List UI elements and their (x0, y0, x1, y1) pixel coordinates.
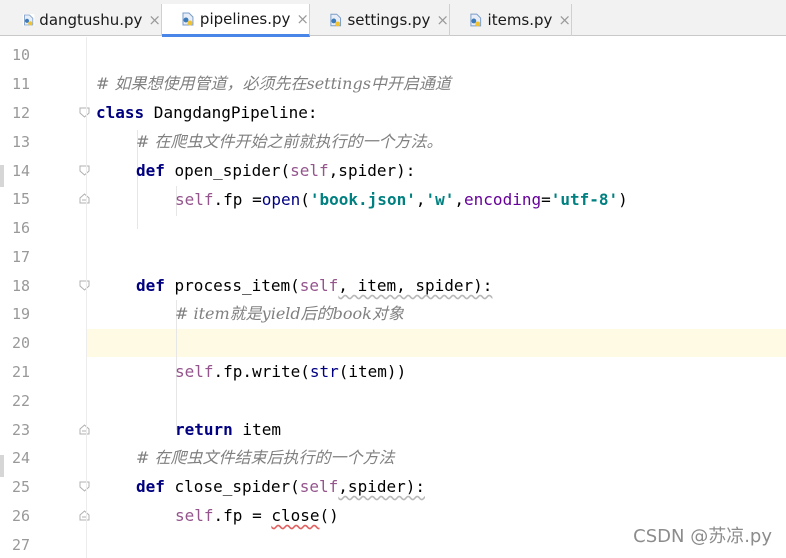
code-line-23[interactable]: return item (175, 416, 281, 444)
self-param: self (299, 477, 339, 496)
code-text: .fp = (213, 190, 262, 209)
code-line-24[interactable]: # 在爬虫文件结束后执行的一个方法 (136, 444, 395, 472)
builtin-str: str (309, 362, 339, 381)
tab-settings[interactable]: settings.py × (310, 4, 450, 36)
tab-pipelines[interactable]: pipelines.py × (162, 4, 310, 37)
string-literal: 'book.json' (309, 190, 416, 209)
self-ref: self (175, 190, 214, 209)
line-number: 23 (12, 421, 31, 439)
line-number: 16 (12, 219, 31, 237)
code-comment: # item就是yield后的book对象 (175, 304, 404, 323)
close-icon[interactable]: × (148, 11, 161, 29)
code-text: , (454, 190, 465, 209)
code-keyword: def (136, 161, 165, 180)
code-text: = (541, 190, 551, 209)
fold-end-icon[interactable] (79, 510, 90, 521)
line-number: 27 (12, 536, 31, 554)
fold-end-icon[interactable] (79, 193, 90, 204)
line-number: 11 (12, 75, 31, 93)
code-line-14[interactable]: def open_spider(self,spider): (136, 157, 415, 185)
tab-label: settings.py (347, 11, 431, 29)
code-text: (item)) (338, 362, 407, 381)
current-line-highlight (87, 329, 786, 357)
code-text: ,spider): (328, 161, 416, 180)
gutter-mark (0, 165, 4, 187)
fold-arrow-icon[interactable] (79, 165, 90, 176)
code-line-18[interactable]: def process_item(self, item, spider): (136, 272, 492, 300)
code-line-11[interactable]: # 如果想使用管道，必须先在settings中开启通道 (96, 70, 451, 98)
line-number: 20 (12, 334, 31, 352)
builtin-open: open (261, 190, 301, 209)
code-line-13[interactable]: # 在爬虫文件开始之前就执行的一个方法。 (136, 128, 443, 156)
line-number: 10 (12, 46, 31, 64)
code-text: item (232, 420, 281, 439)
function-name: close_spider( (164, 477, 300, 496)
close-icon[interactable]: × (558, 11, 571, 29)
line-number: 18 (12, 277, 31, 295)
code-keyword: class (96, 103, 145, 122)
editor-tab-bar: dangtushu.py × pipelines.py × settings.p… (0, 0, 786, 37)
code-line-25[interactable]: def close_spider(self,spider): (136, 473, 425, 501)
self-ref: self (175, 506, 214, 525)
code-line-12[interactable]: class DangdangPipeline: (96, 99, 318, 127)
fold-arrow-icon[interactable] (79, 481, 90, 492)
code-comment: # 如果想使用管道，必须先在settings中开启通道 (96, 74, 451, 93)
line-number: 19 (12, 305, 31, 323)
line-number: 15 (12, 190, 31, 208)
line-number: 14 (12, 162, 31, 180)
code-text: ) (618, 190, 628, 209)
line-number: 24 (12, 449, 31, 467)
code-comment: # 在爬虫文件结束后执行的一个方法 (136, 448, 395, 467)
code-text: () (319, 506, 339, 525)
watermark: CSDN @苏凉.py (633, 526, 772, 547)
code-line-26[interactable]: self.fp = close() (175, 502, 339, 530)
tab-label: dangtushu.py (39, 11, 143, 29)
string-literal: 'utf-8' (550, 190, 619, 209)
code-keyword: def (136, 276, 165, 295)
code-comment: # 在爬虫文件开始之前就执行的一个方法。 (136, 132, 443, 151)
code-text: .fp.write( (213, 362, 310, 381)
close-icon[interactable]: × (436, 11, 449, 29)
python-file-icon (22, 14, 35, 26)
fold-arrow-icon[interactable] (79, 280, 90, 291)
python-file-icon (182, 12, 194, 26)
python-file-icon (470, 13, 482, 27)
self-param: self (299, 276, 339, 295)
tab-dangtushu[interactable]: dangtushu.py × (4, 4, 162, 36)
code-keyword: return (175, 420, 233, 439)
keyword-arg: encoding (464, 190, 542, 209)
line-number: 22 (12, 392, 31, 410)
self-param: self (290, 161, 329, 180)
code-text: ,spider): (338, 477, 425, 496)
code-text: ( (300, 190, 310, 209)
code-line-15[interactable]: self.fp =open('book.json','w',encoding='… (175, 186, 628, 214)
function-name: open_spider( (164, 161, 291, 180)
line-number-gutter: 10 11 12 13 14 15 16 17 18 19 20 21 22 2… (0, 37, 86, 558)
class-name: DangdangPipeline: (144, 103, 318, 122)
close-icon[interactable]: × (296, 10, 309, 28)
code-line-21[interactable]: self.fp.write(str(item)) (175, 358, 406, 386)
line-number: 25 (12, 478, 31, 496)
tab-items[interactable]: items.py × (450, 4, 572, 36)
line-number: 13 (12, 133, 31, 151)
code-keyword: def (136, 477, 165, 496)
code-line-19[interactable]: # item就是yield后的book对象 (175, 300, 404, 328)
function-name: process_item( (164, 276, 300, 295)
line-number: 21 (12, 363, 31, 381)
gutter-separator (86, 37, 87, 558)
line-number: 26 (12, 507, 31, 525)
fold-arrow-icon[interactable] (79, 107, 90, 118)
tab-label: items.py (487, 11, 553, 29)
gutter-mark (0, 455, 4, 477)
fold-end-icon[interactable] (79, 424, 90, 435)
python-file-icon (330, 13, 342, 27)
unresolved-reference: close (271, 506, 320, 525)
line-number: 12 (12, 104, 31, 122)
code-text: .fp = (213, 506, 272, 525)
tab-label: pipelines.py (199, 10, 291, 28)
line-number: 17 (12, 248, 31, 266)
self-ref: self (175, 362, 214, 381)
string-literal: 'w' (425, 190, 455, 209)
code-text: , item, spider): (338, 276, 493, 295)
